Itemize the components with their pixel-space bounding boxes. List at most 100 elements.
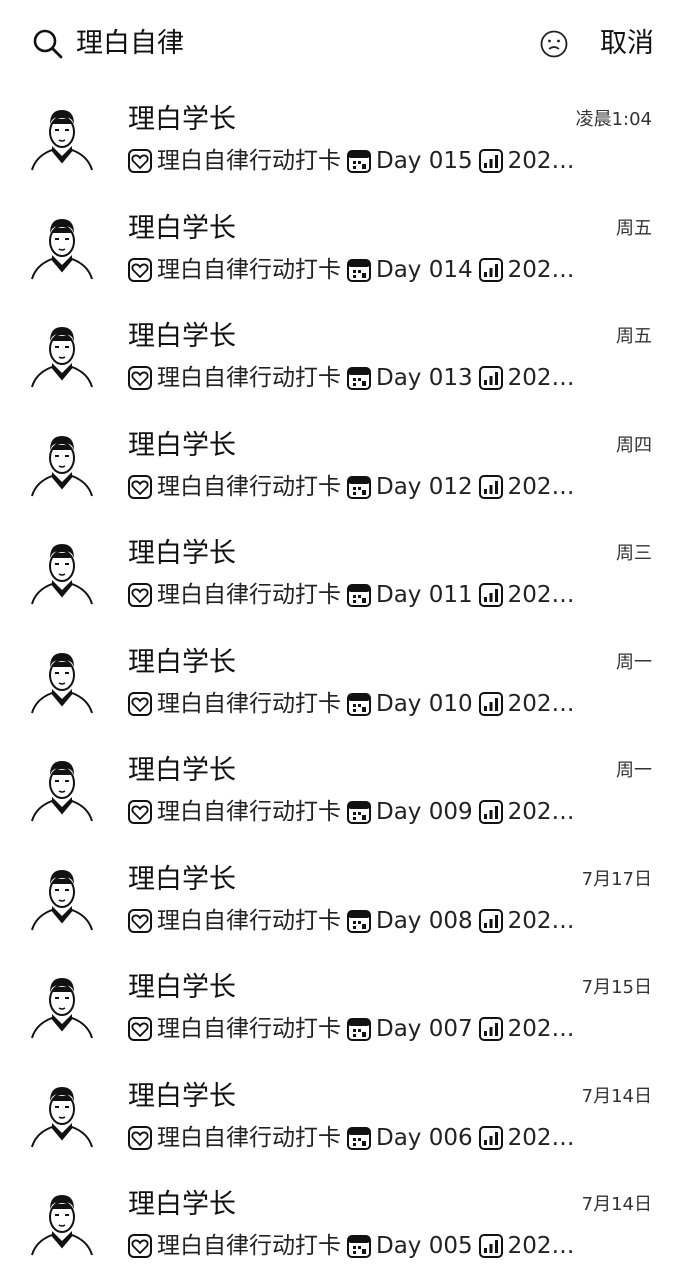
avatar-icon — [31, 218, 93, 279]
result-row[interactable]: 理白学长 7月15日 理白自律行动打卡 Day 007 2022. — [0, 960, 680, 1069]
calendar-emoji-icon — [347, 1235, 371, 1258]
heart-emoji-icon — [128, 800, 152, 824]
avatar-icon — [31, 978, 93, 1039]
message-time: 7月17日 — [581, 868, 652, 890]
preview-day: Day 011 — [376, 582, 473, 608]
avatar-icon — [31, 869, 93, 930]
preview-day: Day 005 — [376, 1233, 473, 1259]
preview-day: Day 012 — [376, 473, 473, 500]
heart-emoji-icon — [128, 366, 152, 390]
message-time: 7月14日 — [581, 1085, 652, 1107]
message-preview: 理白自律行动打卡 Day 008 2022... — [128, 904, 580, 938]
heart-emoji-icon — [128, 1017, 152, 1041]
search-icon[interactable] — [32, 28, 64, 60]
preview-day: Day 006 — [376, 1124, 473, 1151]
calendar-emoji-icon — [347, 367, 371, 390]
message-preview: 理白自律行动打卡 Day 012 2022... — [128, 470, 580, 504]
message-time: 7月14日 — [581, 1194, 652, 1215]
result-row[interactable]: 理白学长 周五 理白自律行动打卡 Day 013 2022. — [0, 309, 680, 418]
calendar-emoji-icon — [347, 584, 371, 607]
message-time: 周一 — [616, 760, 652, 781]
calendar-emoji-icon — [347, 150, 371, 173]
chart-emoji-icon — [478, 800, 503, 824]
message-preview: 理白自律行动打卡 Day 005 2022... — [128, 1229, 580, 1263]
result-row[interactable]: 理白学长 7月17日 理白自律行动打卡 Day 008 2022. — [0, 852, 680, 961]
contact-name: 理白学长 — [128, 429, 236, 461]
contact-name: 理白学长 — [128, 538, 236, 569]
message-preview: 理白自律行动打卡 Day 006 2022... — [128, 1121, 580, 1155]
result-row[interactable]: 理白学长 周三 理白自律行动打卡 Day 011 2022. — [0, 526, 680, 635]
contact-name: 理白学长 — [128, 755, 236, 786]
avatar-icon — [31, 1195, 93, 1256]
chart-emoji-icon — [478, 149, 503, 173]
preview-date: 2022... — [507, 473, 580, 500]
preview-text: 理白自律行动打卡 — [157, 473, 341, 500]
preview-day: Day 008 — [376, 907, 473, 934]
preview-text: 理白自律行动打卡 — [157, 148, 341, 174]
contact-name: 理白学长 — [128, 972, 236, 1003]
chart-emoji-icon — [478, 366, 503, 390]
avatar-icon — [31, 435, 93, 496]
result-row[interactable]: 理白学长 7月14日 理白自律行动打卡 Day 006 2022. — [0, 1069, 680, 1178]
preview-date: 2022... — [507, 148, 580, 174]
heart-emoji-icon — [128, 908, 152, 933]
chart-emoji-icon — [478, 908, 503, 933]
chart-emoji-icon — [478, 1017, 503, 1041]
avatar-icon — [31, 327, 93, 388]
heart-emoji-icon — [128, 149, 152, 173]
contact-name: 理白学长 — [128, 212, 236, 244]
preview-date: 2022... — [507, 582, 580, 608]
result-row[interactable]: 理白学长 周五 理白自律行动打卡 Day 014 2022. — [0, 201, 680, 310]
message-time: 周五 — [616, 326, 652, 347]
preview-day: Day 014 — [376, 256, 473, 283]
message-preview: 理白自律行动打卡 Day 007 2022... — [128, 1012, 580, 1046]
chart-emoji-icon — [478, 1125, 503, 1150]
emoji-icon[interactable] — [539, 29, 569, 59]
preview-text: 理白自律行动打卡 — [157, 256, 341, 283]
preview-date: 2022... — [507, 1233, 580, 1259]
preview-date: 2022... — [507, 1016, 580, 1042]
preview-text: 理白自律行动打卡 — [157, 799, 341, 825]
preview-date: 2022... — [507, 799, 580, 825]
result-row[interactable]: 理白学长 周一 理白自律行动打卡 Day 010 2022. — [0, 635, 680, 744]
avatar-icon — [31, 110, 93, 171]
contact-name: 理白学长 — [128, 863, 236, 895]
result-row[interactable]: 理白学长 7月14日 理白自律行动打卡 Day 005 2022. — [0, 1177, 680, 1286]
preview-text: 理白自律行动打卡 — [157, 365, 341, 391]
message-time: 周三 — [616, 543, 652, 564]
heart-emoji-icon — [128, 1234, 152, 1258]
avatar-icon — [31, 544, 93, 605]
preview-text: 理白自律行动打卡 — [157, 1124, 341, 1151]
search-result-list: 理白学长 凌晨1:04 理白自律行动打卡 Day 015 2022. 理白学长 … — [0, 92, 680, 1286]
calendar-emoji-icon — [347, 1018, 371, 1041]
chart-emoji-icon — [478, 691, 503, 716]
message-time: 凌晨1:04 — [575, 109, 652, 130]
preview-text: 理白自律行动打卡 — [157, 1233, 341, 1259]
contact-name: 理白学长 — [128, 646, 236, 678]
contact-name: 理白学长 — [128, 1080, 236, 1112]
heart-emoji-icon — [128, 691, 152, 716]
contact-name: 理白学长 — [128, 321, 236, 352]
chart-emoji-icon — [478, 1234, 503, 1258]
avatar-icon — [31, 761, 93, 822]
search-bar: 理白自律 取消 — [0, 0, 680, 86]
heart-emoji-icon — [128, 583, 152, 607]
calendar-emoji-icon — [347, 909, 371, 933]
contact-name: 理白学长 — [128, 104, 236, 135]
cancel-button[interactable]: 取消 — [600, 22, 654, 66]
preview-date: 2022... — [507, 256, 580, 283]
search-input[interactable]: 理白自律 — [76, 22, 184, 66]
message-time: 周五 — [616, 217, 652, 239]
preview-date: 2022... — [507, 1124, 580, 1151]
message-preview: 理白自律行动打卡 Day 013 2022... — [128, 361, 580, 395]
preview-text: 理白自律行动打卡 — [157, 690, 341, 717]
message-preview: 理白自律行动打卡 Day 011 2022... — [128, 578, 580, 612]
preview-day: Day 007 — [376, 1016, 473, 1042]
result-row[interactable]: 理白学长 周一 理白自律行动打卡 Day 009 2022. — [0, 743, 680, 852]
calendar-emoji-icon — [347, 1126, 371, 1150]
message-time: 周四 — [616, 434, 652, 456]
chart-emoji-icon — [478, 474, 503, 499]
result-row[interactable]: 理白学长 凌晨1:04 理白自律行动打卡 Day 015 2022. — [0, 92, 680, 201]
preview-text: 理白自律行动打卡 — [157, 907, 341, 934]
result-row[interactable]: 理白学长 周四 理白自律行动打卡 Day 012 2022. — [0, 418, 680, 527]
